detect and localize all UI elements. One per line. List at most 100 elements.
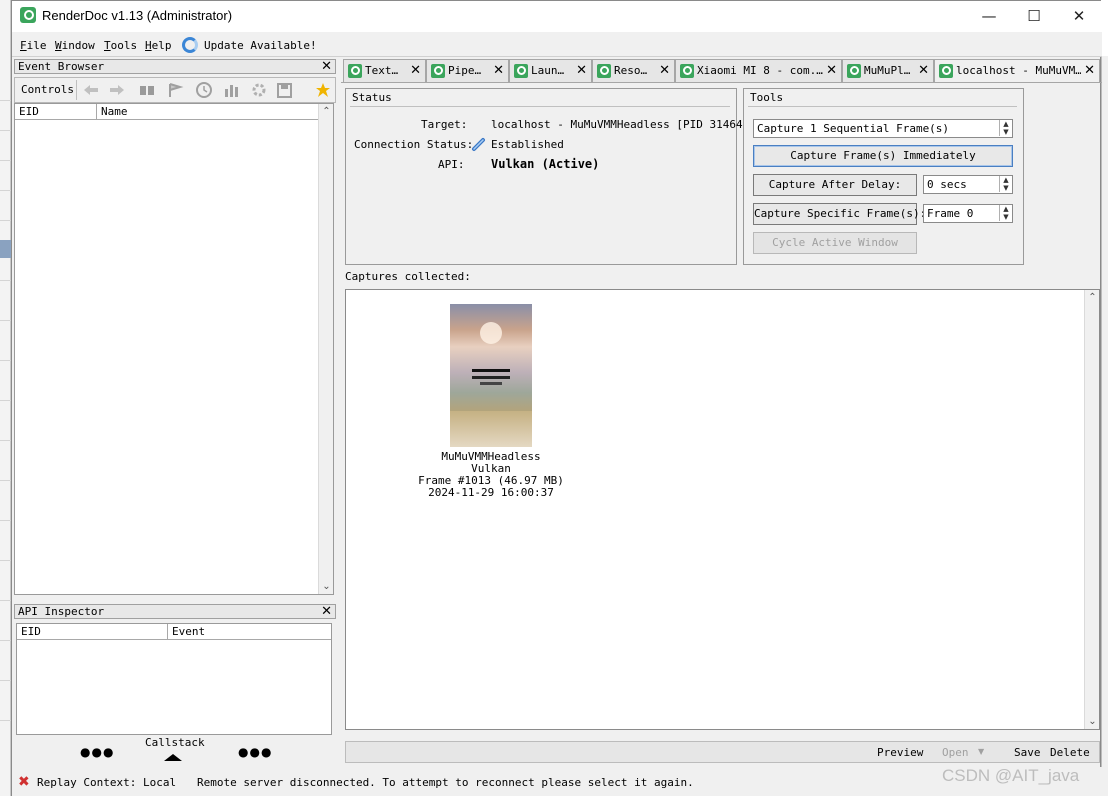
menu-update-available[interactable]: Update Available!: [204, 39, 317, 52]
tab-xiaomi-connection[interactable]: Xiaomi MI 8 - com.… ✕: [675, 59, 842, 82]
background-desktop-left: [0, 0, 11, 796]
bookmark-flag-icon[interactable]: [169, 83, 184, 97]
spin-down-icon[interactable]: ▼: [999, 213, 1012, 221]
scroll-up-icon[interactable]: ⌃: [1085, 290, 1100, 305]
event-browser-titlebar: Event Browser ✕: [14, 59, 336, 74]
timeline-bars-icon[interactable]: [225, 85, 238, 97]
scroll-down-icon[interactable]: ⌄: [319, 579, 334, 594]
status-message: Remote server disconnected. To attempt t…: [197, 776, 694, 789]
tab-renderdoc-icon: [514, 64, 528, 78]
scroll-up-icon[interactable]: ⌃: [319, 104, 334, 119]
save-button[interactable]: Save: [1014, 746, 1041, 759]
menu-window[interactable]: Window: [55, 39, 95, 52]
event-tree-scrollbar[interactable]: ⌃ ⌄: [318, 104, 333, 594]
preview-button[interactable]: Preview: [877, 746, 923, 759]
controls-label: Controls: [21, 83, 74, 96]
close-button[interactable]: ✕: [1056, 1, 1102, 32]
specific-frame-value: Frame 0: [927, 207, 974, 220]
forward-arrow-icon[interactable]: [110, 85, 124, 95]
target-label: Target:: [421, 118, 468, 131]
callstack-label[interactable]: Callstack: [145, 736, 205, 749]
title-bar: RenderDoc v1.13 (Administrator) — ☐ ✕: [12, 1, 1102, 32]
api-events-tree[interactable]: EID Event: [16, 623, 332, 735]
spin-up-icon[interactable]: ▲: [999, 120, 1012, 128]
tab-close-icon[interactable]: ✕: [493, 64, 504, 77]
delay-spinbox[interactable]: 0 secs ▲ ▼: [923, 175, 1013, 194]
event-browser-tool-icons: [84, 82, 330, 98]
captures-list[interactable]: MuMuVMMHeadless Vulkan Frame #1013 (46.9…: [345, 289, 1100, 730]
tab-renderdoc-icon: [847, 64, 861, 78]
find-binoculars-icon[interactable]: [140, 86, 154, 95]
delete-button[interactable]: Delete: [1050, 746, 1090, 759]
api-col-event[interactable]: Event: [168, 624, 205, 639]
captures-scrollbar[interactable]: ⌃ ⌄: [1084, 290, 1099, 729]
tab-label: Reso…: [614, 64, 648, 77]
tab-renderdoc-icon: [939, 64, 953, 78]
tab-texture-viewer[interactable]: Text… ✕: [343, 59, 426, 82]
renderdoc-window: RenderDoc v1.13 (Administrator) — ☐ ✕ Fi…: [11, 0, 1102, 796]
maximize-button[interactable]: ☐: [1011, 1, 1057, 32]
spin-down-icon[interactable]: ▼: [999, 128, 1012, 136]
menu-tools[interactable]: Tools: [104, 39, 137, 52]
replay-context-label[interactable]: Replay Context: Local: [37, 776, 176, 789]
renderdoc-logo-icon: [20, 7, 36, 23]
spin-up-icon[interactable]: ▲: [999, 176, 1012, 184]
tab-launch-application[interactable]: Laun… ✕: [509, 59, 592, 82]
splitter-dots-left[interactable]: ●●●: [80, 745, 114, 759]
connection-status-label: Connection Status:: [354, 138, 474, 151]
capture-timestamp: 2024-11-29 16:00:37: [428, 486, 554, 499]
menu-help[interactable]: Help: [145, 39, 172, 52]
capture-thumbnail[interactable]: [450, 304, 532, 447]
specific-frame-spinbox[interactable]: Frame 0 ▲ ▼: [923, 204, 1013, 223]
open-button[interactable]: Open: [942, 746, 969, 759]
tab-pipeline-state[interactable]: Pipe… ✕: [426, 59, 509, 82]
capture-immediately-button[interactable]: Capture Frame(s) Immediately: [753, 145, 1013, 167]
splitter-dots-right[interactable]: ●●●: [238, 745, 272, 759]
spin-down-icon[interactable]: ▼: [999, 184, 1012, 192]
target-value: localhost - MuMuVMMHeadless [PID 31464]: [491, 118, 750, 131]
tab-close-icon[interactable]: ✕: [576, 64, 587, 77]
tab-close-icon[interactable]: ✕: [918, 64, 929, 77]
tab-label: Laun…: [531, 64, 565, 77]
open-dropdown-icon[interactable]: ▼: [978, 747, 984, 756]
status-bar: ✖ Replay Context: Local Remote server di…: [12, 767, 1102, 796]
back-arrow-icon[interactable]: [84, 85, 98, 95]
tab-close-icon[interactable]: ✕: [410, 64, 421, 77]
highlight-star-icon[interactable]: [316, 83, 330, 97]
callstack-expand-icon[interactable]: [164, 754, 182, 761]
tab-renderdoc-icon: [431, 64, 445, 78]
tab-label: localhost - MuMuVM…: [956, 64, 1081, 77]
event-col-name[interactable]: Name: [97, 104, 128, 119]
background-desktop-right: [1101, 56, 1108, 796]
tab-label: Pipe…: [448, 64, 482, 77]
save-disk-icon[interactable]: [277, 83, 292, 98]
event-col-eid[interactable]: EID: [15, 104, 39, 119]
capture-after-delay-button[interactable]: Capture After Delay:: [753, 174, 917, 196]
cycle-active-window-button[interactable]: Cycle Active Window: [753, 232, 917, 254]
api-inspector-close-icon[interactable]: ✕: [321, 605, 332, 618]
api-col-eid[interactable]: EID: [17, 624, 41, 639]
event-browser-title: Event Browser: [18, 60, 105, 73]
sequential-frames-spinbox[interactable]: Capture 1 Sequential Frame(s) ▲ ▼: [753, 119, 1013, 138]
api-inspector-title: API Inspector: [18, 605, 105, 618]
update-refresh-icon[interactable]: [182, 37, 198, 53]
capture-specific-frame-button[interactable]: Capture Specific Frame(s):: [753, 203, 926, 225]
event-browser-close-icon[interactable]: ✕: [321, 60, 332, 73]
tab-localhost-connection[interactable]: localhost - MuMuVM… ✕: [934, 59, 1100, 83]
tab-close-icon[interactable]: ✕: [1084, 64, 1095, 77]
connection-status-value: Established: [491, 138, 564, 151]
spin-up-icon[interactable]: ▲: [999, 205, 1012, 213]
event-tree[interactable]: EID Name ⌃ ⌄: [14, 103, 334, 595]
disconnected-x-icon: ✖: [18, 774, 30, 790]
tab-close-icon[interactable]: ✕: [826, 64, 837, 77]
menu-bar: File Window Tools Help Update Available!: [12, 32, 1102, 57]
status-group-title: Status: [352, 91, 392, 104]
scroll-down-icon[interactable]: ⌄: [1085, 714, 1100, 729]
tab-close-icon[interactable]: ✕: [659, 64, 670, 77]
tab-resource-inspector[interactable]: Reso… ✕: [592, 59, 675, 82]
menu-file[interactable]: File: [20, 39, 47, 52]
timer-clock-icon[interactable]: [196, 82, 212, 98]
tab-mumu-player[interactable]: MuMuPl… ✕: [842, 59, 934, 82]
settings-gear-icon[interactable]: [252, 83, 266, 97]
minimize-button[interactable]: —: [966, 1, 1012, 32]
